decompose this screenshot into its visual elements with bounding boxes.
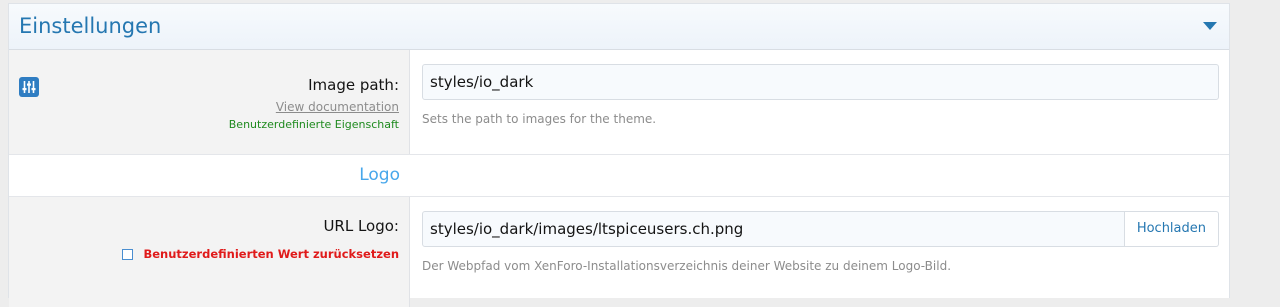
image-path-hint: Sets the path to images for the theme. [422, 112, 657, 126]
url-logo-input-group: styles/io_dark/images/ltspiceusers.ch.pn… [422, 211, 1219, 247]
image-path-row: Image path: View documentation Benutzerd… [9, 50, 1229, 155]
url-logo-label-cell: URL Logo: Benutzerdefinierten Wert zurüc… [9, 197, 410, 307]
logo-section-row: Logo [9, 155, 1229, 197]
url-logo-row: URL Logo: Benutzerdefinierten Wert zurüc… [9, 197, 1229, 307]
custom-property-note: Benutzerdefinierte Eigenschaft [228, 118, 399, 131]
image-path-value-cell: styles/io_dark Sets the path to images f… [410, 50, 1229, 154]
image-path-label: Image path: [308, 76, 399, 94]
settings-panel: Einstellungen Image path: View documenta… [8, 3, 1230, 307]
image-path-input[interactable]: styles/io_dark [422, 64, 1219, 100]
sliders-icon[interactable] [19, 77, 39, 97]
view-documentation-link[interactable]: View documentation [9, 100, 399, 114]
panel-header[interactable]: Einstellungen [9, 4, 1229, 50]
logo-section-spacer [410, 155, 1229, 196]
image-path-label-cell: Image path: View documentation Benutzerd… [9, 50, 410, 154]
upload-button[interactable]: Hochladen [1124, 211, 1219, 247]
url-logo-label: URL Logo: [323, 217, 399, 235]
reset-label[interactable]: Benutzerdefinierten Wert zurücksetzen [143, 247, 399, 261]
panel-title: Einstellungen [19, 14, 162, 38]
reset-checkbox[interactable] [122, 248, 134, 260]
logo-section-title: Logo [359, 165, 400, 185]
chevron-down-icon[interactable] [1203, 22, 1217, 30]
url-logo-input[interactable]: styles/io_dark/images/ltspiceusers.ch.pn… [422, 211, 1125, 247]
logo-section-cell: Logo [9, 155, 410, 196]
url-logo-value-cell: styles/io_dark/images/ltspiceusers.ch.pn… [410, 197, 1229, 307]
reset-custom-value[interactable]: Benutzerdefinierten Wert zurücksetzen [9, 247, 399, 261]
url-logo-hint: Der Webpfad vom XenForo-Installationsver… [422, 259, 952, 273]
